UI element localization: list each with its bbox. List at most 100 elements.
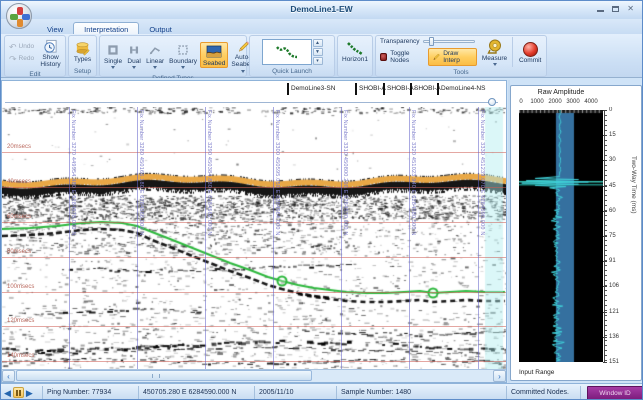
time-gridline: 20msecs <box>2 152 506 153</box>
time-gridline: 120msecs <box>2 326 506 327</box>
commit-icon <box>523 42 538 57</box>
history-icon <box>43 39 58 54</box>
amplitude-y-tick: 151 <box>609 359 619 365</box>
fix-number-line: Fix Number 3270 449954.480 E 6284578.000… <box>69 107 70 369</box>
ribbon-group-setup: Types Setup <box>68 35 97 77</box>
single-button[interactable]: Single <box>102 41 124 69</box>
measure-button[interactable]: Measure <box>480 38 510 66</box>
dual-dropdown-caret[interactable] <box>132 66 136 69</box>
ribbon-group-defined-types: Single Dual Linear <box>99 35 247 77</box>
amplitude-y-tick: 106 <box>609 283 619 289</box>
measure-dropdown-caret[interactable] <box>493 63 497 66</box>
fix-number-line: Fix Number 3320 451023.940 E 6284580.500… <box>409 107 410 369</box>
show-history-button[interactable]: Show History <box>38 37 63 69</box>
ribbon-group-quick-launch: ▲ ▼ ▾ Quick Launch <box>249 35 335 77</box>
amplitude-y-axis-labels: 0153045607591106121136151 <box>609 110 631 362</box>
single-dropdown-caret[interactable] <box>111 66 115 69</box>
horizon-item-icon <box>274 43 300 61</box>
amplitude-x-tick: 4000 <box>584 99 597 105</box>
group-label-tools: Tools <box>376 68 546 77</box>
amplitude-x-axis: 01000200030004000 <box>519 99 609 108</box>
time-gridline: 140msecs <box>2 361 506 362</box>
undo-button[interactable]: ↶ Undo <box>7 42 36 52</box>
time-gridline: 100msecs <box>2 292 506 293</box>
single-icon <box>106 43 120 58</box>
redo-icon: ↷ <box>9 55 17 63</box>
fix-number-line: Fix Number 3300 450595.050 E 6284564.000… <box>273 107 274 369</box>
pause-button[interactable] <box>13 387 24 398</box>
play-forward-button[interactable]: ▶ <box>26 388 33 398</box>
group-label-quick-launch: Quick Launch <box>250 67 334 76</box>
seismic-image[interactable] <box>2 107 506 369</box>
horizon-list-down-button[interactable]: ▼ <box>313 48 323 56</box>
horizon-list-up-button[interactable]: ▲ <box>313 39 323 47</box>
seismic-view[interactable]: 20msecs 40msecs 60msecs 80msecs 100msecs 120m… <box>2 107 506 369</box>
auto-seabed-dropdown-caret[interactable] <box>241 70 245 73</box>
coordinates-field: 450705.280 E 6284590.000 N <box>139 386 255 400</box>
scrollbar-thumb[interactable] <box>16 370 312 381</box>
ping-position-slider[interactable] <box>2 97 506 107</box>
undo-icon: ↶ <box>9 43 17 51</box>
title-bar: DemoLine1-EW ✕ <box>1 1 642 19</box>
time-gridline: 80msecs <box>2 257 506 258</box>
amplitude-panel: Raw Amplitude 01000200030004000 01530456… <box>510 85 642 381</box>
ribbon: ↶ Undo ↷ Redo Show History Edit <box>1 34 642 78</box>
dual-button[interactable]: Dual <box>125 41 143 69</box>
linear-icon <box>148 43 162 58</box>
close-button[interactable]: ✕ <box>627 5 634 13</box>
commit-button[interactable]: Commit <box>516 40 544 64</box>
boundary-dropdown-caret[interactable] <box>181 66 185 69</box>
ping-number-field: Ping Number: 77934 <box>43 386 139 400</box>
workspace: DemoLine3-SNSHOBI-ASHOBI-A-SHOBI-ADemoLi… <box>1 78 643 383</box>
two-way-time-axis-label: Two-Way Time (ms) <box>630 156 637 214</box>
toggle-nodes-icon <box>380 53 387 61</box>
horizontal-scrollbar[interactable]: ‹ › <box>2 369 506 382</box>
application-window: DemoLine1-EW ✕ ViewInterpretationOutput … <box>0 0 643 400</box>
horizon-list[interactable] <box>262 39 312 65</box>
scroll-right-button[interactable]: › <box>493 370 506 382</box>
horizon-list-more-button[interactable]: ▾ <box>313 57 323 65</box>
minimize-button[interactable] <box>597 10 604 12</box>
amplitude-y-tick: 75 <box>609 233 616 239</box>
auto-seabed-pencil-icon <box>236 39 250 54</box>
seabed-button[interactable]: Seabed <box>200 42 228 68</box>
slider-thumb[interactable] <box>488 98 496 106</box>
toggle-nodes-button[interactable]: Toggle Nodes <box>390 50 425 64</box>
amplitude-trace-plot[interactable] <box>519 110 603 362</box>
time-gridline: 40msecs <box>2 187 506 188</box>
maximize-button[interactable] <box>612 6 619 12</box>
sample-number-field: Sample Number: 1480 <box>337 386 507 400</box>
amplitude-y-tick: 60 <box>609 208 616 214</box>
fix-number-line: Fix Number 3330 451239.070 E 6284590.000… <box>478 107 479 369</box>
transparency-slider[interactable] <box>423 40 475 43</box>
dual-icon <box>127 43 141 58</box>
status-bar: ◀ ▶ Ping Number: 77934 450705.280 E 6284… <box>1 383 643 400</box>
app-menu-button[interactable] <box>6 3 32 29</box>
tools-separator <box>512 37 513 67</box>
amplitude-x-tick: 0 <box>519 99 522 105</box>
date-field: 2005/11/10 <box>255 386 337 400</box>
crossing-line-label: SHOBI-A <box>355 83 386 95</box>
ribbon-group-horizon: Horizon1 <box>337 35 373 77</box>
draw-interp-button[interactable]: Draw Interp <box>428 48 476 66</box>
fix-number-line: Fix Number 3280 450166.180 E 6284566.000… <box>137 107 138 369</box>
amplitude-x-tick: 1000 <box>530 99 543 105</box>
ribbon-group-tools: Transparency Toggle Nodes Draw Interp <box>375 35 547 77</box>
window-id-button[interactable]: Window ID <box>587 386 643 400</box>
crossing-line-label: DemoLine4-NS <box>437 83 485 95</box>
scroll-left-button[interactable]: ‹ <box>2 370 15 382</box>
measure-tape-icon <box>487 40 503 55</box>
group-label-setup: Setup <box>69 67 96 76</box>
linear-dropdown-caret[interactable] <box>153 66 157 69</box>
seabed-icon <box>206 45 222 60</box>
transparency-slider-thumb[interactable] <box>429 37 434 46</box>
types-button[interactable]: Types <box>71 39 94 63</box>
boundary-icon <box>176 43 190 58</box>
time-gridline: 60msecs <box>2 222 506 223</box>
horizon1-button[interactable]: Horizon1 <box>340 39 370 63</box>
amplitude-y-tick: 121 <box>609 309 619 315</box>
boundary-button[interactable]: Boundary <box>167 41 199 69</box>
play-backward-button[interactable]: ◀ <box>4 388 11 398</box>
redo-button[interactable]: ↷ Redo <box>7 54 36 64</box>
linear-button[interactable]: Linear <box>144 41 166 69</box>
